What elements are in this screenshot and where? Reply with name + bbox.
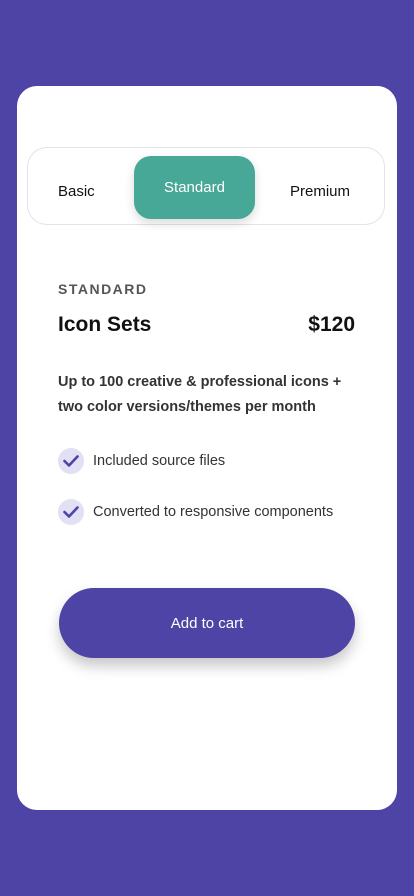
plan-description: Up to 100 creative & professional icons … (58, 374, 342, 415)
check-icon (58, 448, 84, 474)
tab-basic[interactable]: Basic (58, 184, 95, 199)
feature-text: Included source files (93, 453, 226, 469)
check-icon (58, 499, 84, 525)
plan-label: STANDARD (58, 281, 148, 297)
tab-premium[interactable]: Premium (290, 184, 350, 199)
pricing-card: Basic Standard Premium STANDARD Icon Set… (17, 86, 397, 810)
feature-text: Converted to responsive components (93, 504, 334, 520)
tab-standard-label: Standard (164, 179, 225, 196)
plan-tabs: Basic Standard Premium (27, 147, 385, 225)
product-name: Icon Sets (58, 313, 152, 336)
feature-item: Included source files (58, 448, 225, 474)
add-to-cart-button[interactable]: Add to cart (59, 588, 355, 658)
feature-item: Converted to responsive components (58, 499, 333, 525)
price: $120 (308, 313, 355, 336)
tab-standard[interactable]: Standard (134, 156, 255, 219)
